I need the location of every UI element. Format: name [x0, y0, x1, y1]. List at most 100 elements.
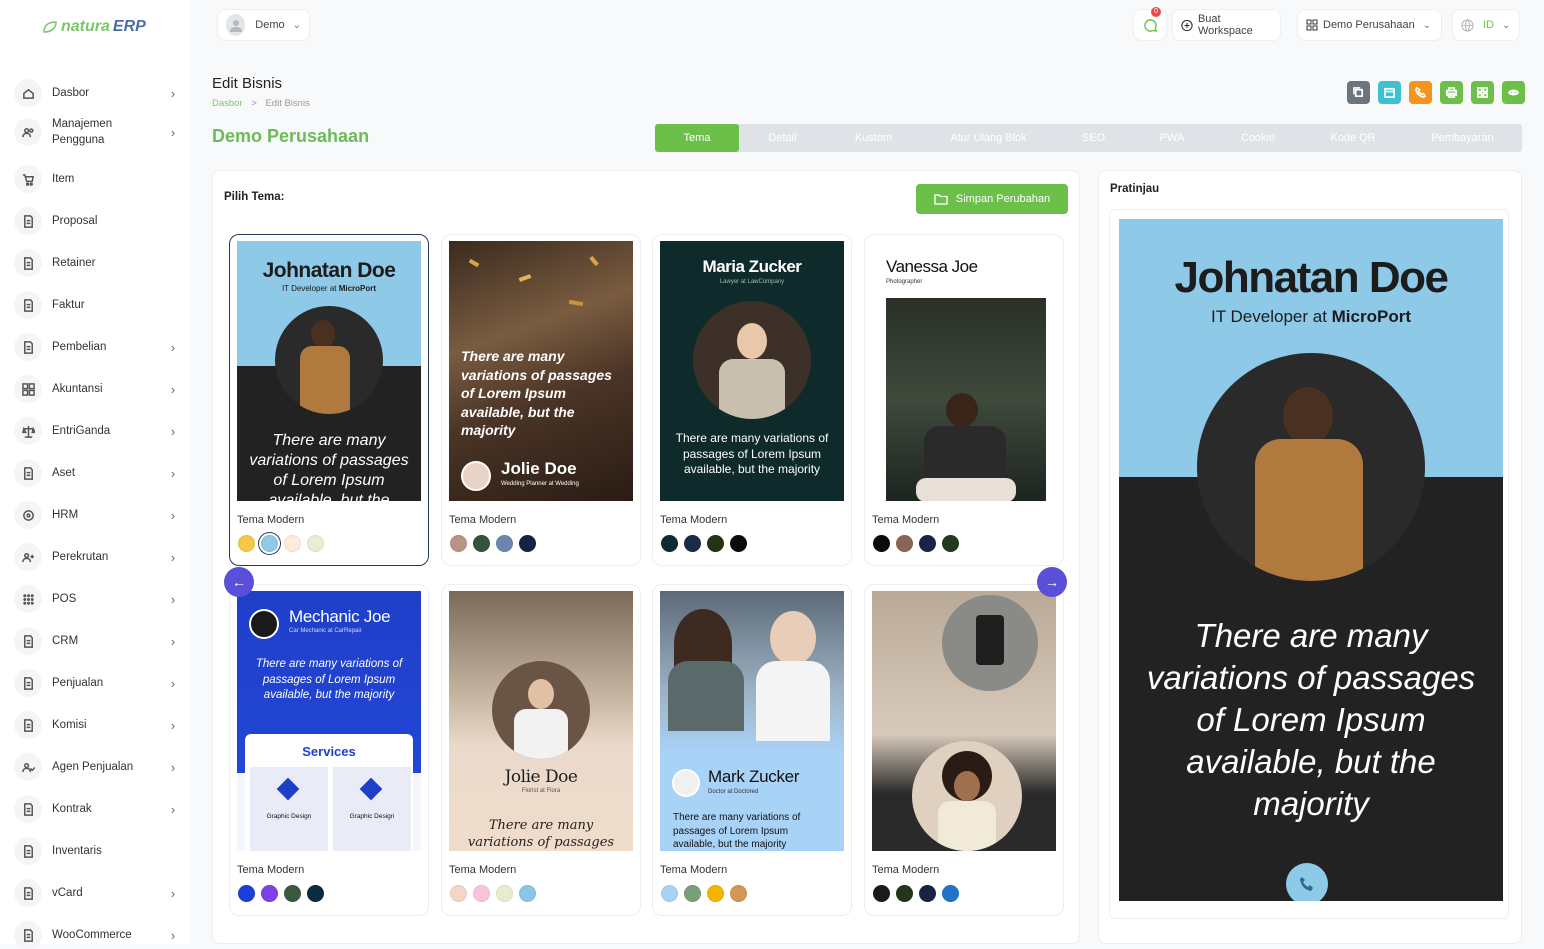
color-swatch[interactable] — [307, 885, 324, 902]
sidebar-item-pembelian[interactable]: Pembelian › — [14, 333, 180, 361]
color-swatch[interactable] — [661, 535, 678, 552]
calendar-icon — [1384, 87, 1395, 98]
theme-card[interactable]: There are many variations of passages of… — [441, 234, 641, 566]
sidebar-item-proposal[interactable]: Proposal — [14, 207, 180, 235]
company-select[interactable]: Demo Perusahaan ⌄ — [1297, 9, 1442, 41]
color-swatch[interactable] — [873, 885, 890, 902]
sidebar-item-pos[interactable]: POS › — [14, 585, 180, 613]
color-swatch[interactable] — [730, 535, 747, 552]
sidebar-item-retainer[interactable]: Retainer — [14, 249, 180, 277]
sidebar-item-akuntansi[interactable]: Akuntansi › — [14, 375, 180, 403]
color-swatch[interactable] — [450, 885, 467, 902]
color-swatch[interactable] — [707, 885, 724, 902]
color-swatch[interactable] — [919, 885, 936, 902]
copy-button[interactable] — [1347, 81, 1370, 104]
sidebar-item-manajemen-pengguna[interactable]: Manajemen Pengguna › — [14, 116, 180, 148]
calendar-button[interactable] — [1378, 81, 1401, 104]
tab-cookie[interactable]: Cookie — [1213, 124, 1303, 152]
color-swatch[interactable] — [873, 535, 890, 552]
person-role: Lawyer at LawCompany — [719, 279, 785, 285]
color-swatch[interactable] — [284, 885, 301, 902]
users-icon — [14, 118, 42, 146]
sidebar-item-item[interactable]: Item — [14, 165, 180, 193]
color-swatch[interactable] — [661, 885, 678, 902]
color-swatch[interactable] — [942, 885, 959, 902]
chevron-right-icon: › — [170, 675, 176, 691]
sidebar-item-inventaris[interactable]: Inventaris — [14, 837, 180, 865]
color-swatch[interactable] — [707, 535, 724, 552]
color-swatch[interactable] — [261, 535, 278, 552]
create-workspace-button[interactable]: Buat Workspace — [1172, 9, 1281, 41]
save-changes-button[interactable]: Simpan Perubahan — [916, 184, 1068, 214]
color-swatch[interactable] — [238, 535, 255, 552]
crm-icon — [14, 627, 42, 655]
color-swatch[interactable] — [896, 535, 913, 552]
color-swatch[interactable] — [450, 535, 467, 552]
sidebar-item-aset[interactable]: Aset › — [14, 459, 180, 487]
preview-screen[interactable]: Johnatan Doe IT Developer at MicroPort T… — [1119, 219, 1503, 901]
tab-tema[interactable]: Tema — [655, 124, 739, 152]
breadcrumb-home[interactable]: Dasbor — [212, 98, 243, 109]
sidebar-item-perekrutan[interactable]: Perekrutan › — [14, 543, 180, 571]
color-swatch[interactable] — [896, 885, 913, 902]
user-menu[interactable]: Demo ⌄ — [217, 9, 310, 41]
sidebar-item-entriganda[interactable]: EntriGanda › — [14, 417, 180, 445]
print-button[interactable] — [1440, 81, 1463, 104]
theme-card[interactable]: Jolie Doe Florist at Flora There are man… — [441, 584, 641, 916]
grid-button[interactable] — [1471, 81, 1494, 104]
brand-name-part2: ERP — [112, 18, 146, 35]
theme-card[interactable]: Vanessa Joe Photographer Tema Modern — [864, 234, 1064, 566]
color-swatch[interactable] — [261, 885, 278, 902]
color-swatch[interactable] — [919, 535, 936, 552]
phone-icon — [1300, 877, 1313, 891]
color-swatch[interactable] — [473, 535, 490, 552]
tab-atur-ulang-blok[interactable]: Atur Ulang Blok — [921, 124, 1056, 152]
next-arrow-button[interactable]: → — [1037, 567, 1067, 597]
tab-seo[interactable]: SEO — [1056, 124, 1131, 152]
tab-pembayaran[interactable]: Pembayaran — [1403, 124, 1522, 152]
sidebar-item-komisi[interactable]: Komisi › — [14, 711, 180, 739]
sidebar-item-woocommerce[interactable]: WooCommerce › — [14, 921, 180, 949]
color-swatch[interactable] — [284, 535, 301, 552]
sidebar-item-faktur[interactable]: Faktur — [14, 291, 180, 319]
tab-detail[interactable]: Detail — [739, 124, 826, 152]
color-swatch[interactable] — [307, 535, 324, 552]
color-swatch[interactable] — [238, 885, 255, 902]
tab-pwa[interactable]: PWA — [1131, 124, 1213, 152]
brand-logo[interactable]: natura ERP — [42, 18, 146, 36]
phone-button[interactable] — [1409, 81, 1432, 104]
messages-button[interactable]: 0 — [1133, 7, 1167, 41]
theme-card[interactable]: Mechanic Joe Car Mechanic at CarRepair T… — [229, 584, 429, 916]
sidebar-item-crm[interactable]: CRM › — [14, 627, 180, 655]
theme-card[interactable]: Tema Modern — [864, 584, 1064, 916]
theme-name: Tema Modern — [449, 514, 517, 526]
theme-card[interactable]: Johnatan Doe IT Developer at MicroPort T… — [229, 234, 429, 566]
person-photo — [275, 306, 383, 414]
theme-card[interactable]: Maria Zucker Lawyer at LawCompany There … — [652, 234, 852, 566]
prev-arrow-button[interactable]: ← — [224, 567, 254, 597]
sidebar-item-hrm[interactable]: HRM › — [14, 501, 180, 529]
sidebar-item-penjualan[interactable]: Penjualan › — [14, 669, 180, 697]
sidebar-item-vcard[interactable]: vCard › — [14, 879, 180, 907]
chevron-right-icon: › — [170, 717, 176, 733]
sidebar-item-kontrak[interactable]: Kontrak › — [14, 795, 180, 823]
color-swatch[interactable] — [942, 535, 959, 552]
person-name: Vanessa Joe — [886, 257, 978, 276]
sidebar-item-dasbor[interactable]: Dasbor › — [14, 79, 180, 107]
color-swatch[interactable] — [496, 885, 513, 902]
view-button[interactable] — [1502, 81, 1525, 104]
color-swatch[interactable] — [519, 535, 536, 552]
color-swatch[interactable] — [730, 885, 747, 902]
color-swatch[interactable] — [473, 885, 490, 902]
theme-card[interactable]: Mark Zucker Doctor at Doctored There are… — [652, 584, 852, 916]
color-swatch[interactable] — [519, 885, 536, 902]
color-swatch[interactable] — [684, 535, 701, 552]
color-swatch[interactable] — [684, 885, 701, 902]
chevron-down-icon: ⌄ — [1502, 19, 1511, 31]
tab-kode-qr[interactable]: Kode QR — [1303, 124, 1403, 152]
tab-kustom[interactable]: Kustom — [826, 124, 921, 152]
sidebar-item-agen-penjualan[interactable]: Agen Penjualan › — [14, 753, 180, 781]
color-swatch[interactable] — [496, 535, 513, 552]
language-select[interactable]: ID ⌄ — [1452, 9, 1520, 41]
preview-call-button[interactable] — [1286, 863, 1328, 901]
